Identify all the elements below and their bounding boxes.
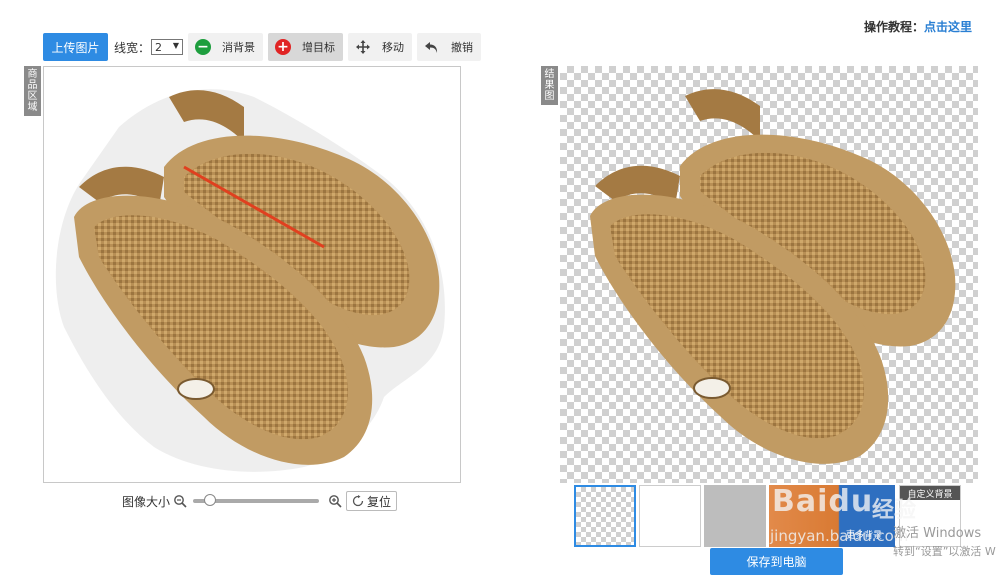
zoom-in-icon[interactable] — [328, 494, 342, 508]
result-canvas — [560, 66, 978, 483]
remove-background-tool[interactable]: − 消背景 — [188, 33, 264, 61]
swatch-white[interactable] — [639, 485, 701, 547]
refresh-icon — [352, 495, 364, 507]
line-width-value: 2 — [155, 40, 163, 54]
sandal-photo-original — [44, 67, 460, 482]
tutorial-link[interactable]: 点击这里 — [924, 20, 972, 34]
product-area-label: 商品区域 — [24, 66, 41, 116]
sandal-photo-result — [590, 89, 956, 464]
plus-circle-icon: + — [274, 38, 292, 56]
undo-arrow-icon — [423, 38, 441, 56]
zoom-slider-handle[interactable] — [204, 494, 217, 506]
move-arrows-icon — [354, 38, 372, 56]
tutorial-link-area: 操作教程：点击这里 — [864, 18, 972, 35]
product-canvas[interactable] — [43, 66, 461, 483]
zoom-out-icon[interactable] — [173, 494, 187, 508]
baidu-watermark-brand: Baidu — [772, 484, 874, 519]
line-width-label: 线宽： — [114, 40, 151, 55]
minus-circle-icon: − — [194, 38, 212, 56]
zoom-slider[interactable] — [193, 494, 320, 506]
reset-label: 复位 — [367, 494, 392, 509]
windows-activation-hint: 转到“设置”以激活 W — [893, 545, 996, 558]
undo-tool[interactable]: 撤销 — [417, 33, 482, 61]
windows-activation-title: 激活 Windows — [893, 526, 982, 541]
result-area-label: 结果图 — [541, 66, 558, 105]
reset-button[interactable]: 复位 — [346, 491, 398, 511]
zoom-controls: 图像大小 复位 — [122, 491, 398, 511]
save-to-computer-button[interactable]: 保存到电脑 — [710, 548, 843, 575]
swatch-gray[interactable] — [704, 485, 766, 547]
undo-label: 撤销 — [451, 41, 474, 54]
zoom-label: 图像大小 — [122, 494, 171, 509]
tutorial-label: 操作教程： — [864, 20, 925, 34]
toolbar: 上传图片 线宽： 2 ▼ − 消背景 + 增目标 移动 撤销 — [43, 33, 482, 61]
add-target-label: 增目标 — [302, 41, 336, 54]
line-width-select[interactable]: 2 ▼ — [151, 39, 184, 55]
baidu-watermark-brand-cn: 经验 — [872, 498, 917, 523]
remove-background-label: 消背景 — [222, 41, 256, 54]
swatch-transparent[interactable] — [574, 485, 636, 547]
chevron-down-icon: ▼ — [172, 41, 180, 50]
move-tool[interactable]: 移动 — [348, 33, 413, 61]
upload-image-button[interactable]: 上传图片 — [43, 33, 108, 61]
baidu-watermark-site: jingyan.baidu.com — [770, 527, 909, 545]
move-label: 移动 — [382, 41, 405, 54]
add-target-tool[interactable]: + 增目标 — [268, 33, 344, 61]
